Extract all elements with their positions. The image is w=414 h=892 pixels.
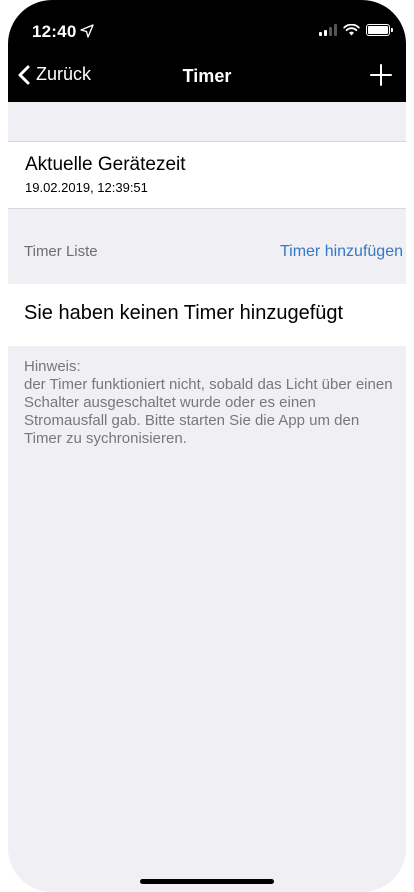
plus-icon[interactable] bbox=[368, 62, 394, 88]
device-time-value: 19.02.2019, 12:39:51 bbox=[25, 180, 148, 195]
device-time-card: Aktuelle Gerätezeit 19.02.2019, 12:39:51 bbox=[8, 141, 406, 209]
top-bar: 12:40 Zurück Timer bbox=[8, 0, 406, 102]
timer-list-label: Timer Liste bbox=[24, 243, 98, 260]
status-time: 12:40 bbox=[32, 22, 77, 41]
phone-frame: 12:40 Zurück Timer Aktuelle Gerätezeit 1… bbox=[0, 0, 414, 892]
empty-timer-message: Sie haben keinen Timer hinzugefügt bbox=[24, 302, 344, 324]
device-time-title: Aktuelle Gerätezeit bbox=[25, 154, 186, 175]
battery-icon bbox=[366, 24, 393, 36]
status-icons bbox=[319, 24, 393, 36]
app-screen: 12:40 Zurück Timer Aktuelle Gerätezeit 1… bbox=[8, 0, 406, 892]
add-timer-link[interactable]: Timer hinzufügen bbox=[280, 243, 403, 261]
page-title: Timer bbox=[182, 66, 232, 86]
wifi-icon bbox=[343, 24, 360, 36]
signal-icon bbox=[319, 24, 337, 36]
location-arrow-icon bbox=[80, 24, 94, 38]
hint-text: Hinweis: der Timer funktioniert nicht, s… bbox=[24, 358, 393, 447]
home-indicator bbox=[140, 879, 274, 884]
timer-list-empty-card: Sie haben keinen Timer hinzugefügt bbox=[8, 284, 406, 346]
